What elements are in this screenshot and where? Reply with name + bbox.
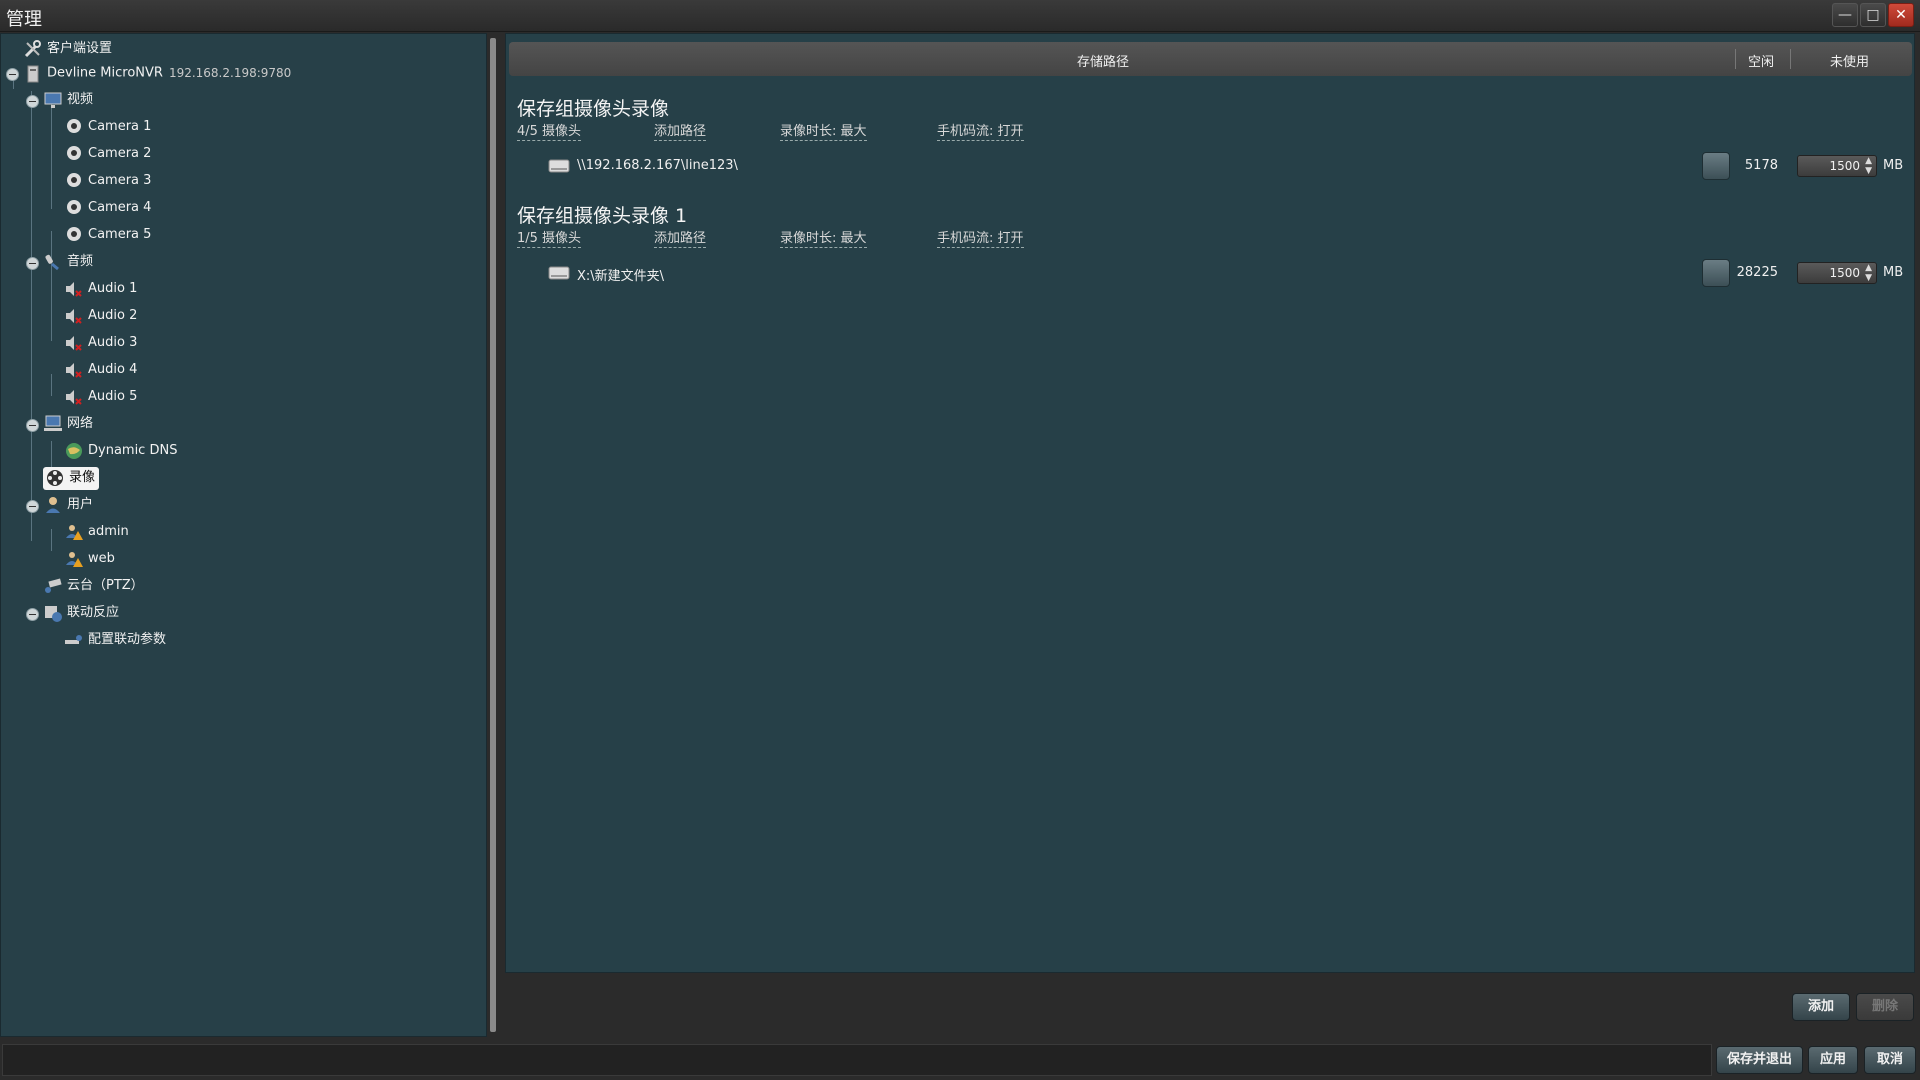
group-cameras-link[interactable]: 4/5 摄像头	[517, 124, 582, 141]
tree-item-audio-channel[interactable]: Audio 1	[64, 278, 137, 300]
globe-icon	[66, 443, 82, 459]
monitor-icon	[44, 92, 62, 108]
speaker-muted-icon	[66, 363, 82, 378]
group-title: 保存组摄像头录像	[517, 98, 670, 120]
tree-item-dynamic-dns[interactable]: Dynamic DNS	[64, 440, 177, 462]
delete-button[interactable]: 删除	[1856, 993, 1914, 1021]
tree-item-audio-channel[interactable]: Audio 5	[64, 386, 137, 408]
storage-panel: 存储路径 空闲 未使用 保存组摄像头录像 4/5 摄像头 添加路径 录像时长: …	[505, 33, 1915, 973]
maximize-button[interactable]: □	[1860, 3, 1886, 27]
tree-item-camera[interactable]: Camera 3	[64, 170, 151, 192]
header-separator	[1790, 49, 1791, 69]
tree-item-camera[interactable]: Camera 5	[64, 224, 151, 246]
group-cameras-link[interactable]: 1/5 摄像头	[517, 231, 582, 248]
webcam-icon	[67, 227, 81, 241]
config-icon	[65, 635, 82, 644]
apply-button[interactable]: 应用	[1808, 1046, 1858, 1074]
tree-item-ptz[interactable]: 云台（PTZ）	[43, 575, 144, 597]
tree-item-linkage[interactable]: 联动反应	[43, 602, 119, 624]
header-separator	[1735, 49, 1736, 69]
tree-item-camera[interactable]: Camera 4	[64, 197, 151, 219]
mobile-stream-link[interactable]: 手机码流: 打开	[937, 124, 1024, 141]
window-title: 管理	[6, 9, 42, 30]
tree-item-server[interactable]: Devline MicroNVR 192.168.2.198:9780	[23, 62, 291, 84]
stepper-arrows-icon[interactable]: ▲ ▼	[1865, 263, 1872, 283]
mobile-stream-link[interactable]: 手机码流: 打开	[937, 231, 1024, 248]
group-title: 保存组摄像头录像 1	[517, 205, 688, 227]
webcam-icon	[67, 173, 81, 187]
stepper-arrows-icon[interactable]: ▲ ▼	[1865, 156, 1872, 176]
drive-icon	[548, 159, 570, 173]
tree-item-audio-channel[interactable]: Audio 3	[64, 332, 137, 354]
speaker-muted-icon	[66, 309, 82, 324]
collapse-audio-toggle[interactable]	[26, 257, 39, 270]
free-space: 5178	[1744, 158, 1778, 173]
drive-icon	[548, 266, 570, 280]
bottom-bar: 保存并退出 应用 取消	[0, 1040, 1920, 1080]
webcam-icon	[67, 200, 81, 214]
reaction-icon	[45, 606, 62, 622]
free-space: 28225	[1736, 265, 1778, 280]
reserve-size-stepper[interactable]: 1500 ▲ ▼	[1797, 262, 1877, 284]
network-icon	[44, 415, 62, 431]
tree-item-user[interactable]: admin	[64, 521, 129, 543]
save-exit-button[interactable]: 保存并退出	[1716, 1046, 1803, 1074]
collapse-users-toggle[interactable]	[26, 500, 39, 513]
add-path-link[interactable]: 添加路径	[654, 124, 707, 141]
storage-table-header: 存储路径 空闲 未使用	[509, 42, 1912, 76]
collapse-server-toggle[interactable]	[6, 68, 19, 81]
tree-item-users[interactable]: 用户	[43, 494, 93, 516]
header-path: 存储路径	[1077, 55, 1130, 70]
user-warning-icon	[66, 552, 83, 567]
selected-highlight: 录像	[43, 467, 100, 490]
speaker-muted-icon	[66, 390, 82, 405]
header-unused: 未使用	[1830, 55, 1870, 70]
settings-tree: 客户端设置 Devline MicroNVR 192.168.2.198:9780…	[0, 33, 487, 1037]
tree-item-audio-channel[interactable]: Audio 4	[64, 359, 137, 381]
tree-item-camera[interactable]: Camera 2	[64, 143, 151, 165]
tools-icon	[24, 40, 41, 58]
collapse-network-toggle[interactable]	[26, 419, 39, 432]
tree-item-network[interactable]: 网络	[43, 413, 93, 435]
user-icon	[46, 497, 60, 513]
status-field	[2, 1044, 1712, 1076]
storage-path: \\192.168.2.167\line123\	[577, 158, 738, 173]
tree-item-camera[interactable]: Camera 1	[64, 116, 151, 138]
speaker-muted-icon	[66, 282, 82, 297]
size-unit: MB	[1883, 265, 1904, 280]
size-unit: MB	[1883, 158, 1904, 173]
add-path-link[interactable]: 添加路径	[654, 231, 707, 248]
storage-path: X:\新建文件夹\	[577, 269, 665, 284]
collapse-video-toggle[interactable]	[26, 95, 39, 108]
minimize-button[interactable]: —	[1832, 3, 1858, 27]
panel-splitter[interactable]	[487, 33, 505, 1037]
record-duration-link[interactable]: 录像时长: 最大	[780, 124, 867, 141]
tree-item-recording[interactable]: 录像	[43, 467, 100, 490]
reserve-size-stepper[interactable]: 1500 ▲ ▼	[1797, 155, 1877, 177]
header-free: 空闲	[1748, 55, 1775, 70]
tree-item-video[interactable]: 视频	[43, 89, 93, 111]
server-icon	[27, 65, 39, 82]
splitter-handle[interactable]	[490, 38, 496, 1032]
tree-item-linkage-config[interactable]: 配置联动参数	[64, 629, 166, 651]
speaker-muted-icon	[66, 336, 82, 351]
tree-item-audio[interactable]: 音频	[43, 251, 93, 273]
title-bar: 管理 — □ ✕	[0, 0, 1920, 32]
microphone-icon	[45, 254, 59, 271]
add-button[interactable]: 添加	[1792, 993, 1850, 1021]
close-button[interactable]: ✕	[1888, 3, 1914, 27]
tree-item-client-settings[interactable]: 客户端设置	[23, 38, 112, 60]
ptz-camera-icon	[45, 578, 62, 593]
cancel-button[interactable]: 取消	[1864, 1046, 1916, 1074]
collapse-linkage-toggle[interactable]	[26, 608, 39, 621]
tree-item-user[interactable]: web	[64, 548, 115, 570]
user-warning-icon	[66, 525, 83, 540]
film-reel-icon	[47, 470, 63, 486]
webcam-icon	[67, 119, 81, 133]
tree-item-audio-channel[interactable]: Audio 2	[64, 305, 137, 327]
record-duration-link[interactable]: 录像时长: 最大	[780, 231, 867, 248]
webcam-icon	[67, 146, 81, 160]
